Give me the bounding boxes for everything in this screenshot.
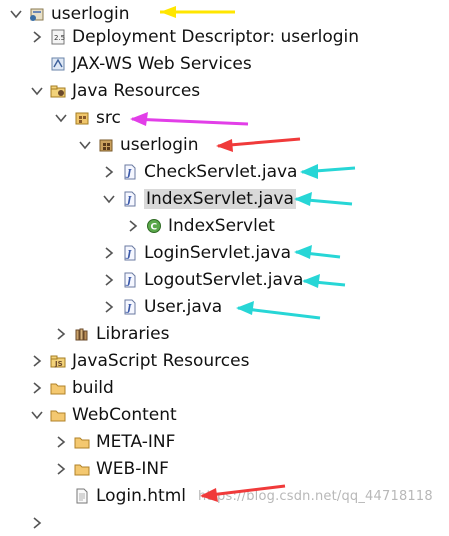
java-file-icon — [122, 299, 138, 315]
expand-placeholder — [30, 57, 44, 71]
expand-icon[interactable] — [54, 462, 68, 476]
folder-icon — [74, 461, 90, 477]
tree-item-checkservlet[interactable]: CheckServlet.java — [0, 158, 449, 185]
tree-item-label: IndexServlet — [168, 215, 275, 236]
expand-icon[interactable] — [54, 435, 68, 449]
folder-icon — [50, 407, 66, 423]
tree-item-label: WebContent — [72, 404, 177, 425]
tree-item-loginservlet[interactable]: LoginServlet.java — [0, 239, 449, 266]
java-file-icon — [122, 272, 138, 288]
tree-item-indexservlet[interactable]: IndexServlet.java — [0, 185, 449, 212]
expand-icon[interactable] — [102, 300, 116, 314]
folder-icon — [50, 380, 66, 396]
expand-icon[interactable] — [30, 30, 44, 44]
html-file-icon — [74, 488, 90, 504]
tree-item-jaxws[interactable]: JAX-WS Web Services — [0, 50, 449, 77]
java-file-icon — [122, 164, 138, 180]
tree-item-label: User.java — [144, 296, 223, 317]
tree-item-label: Libraries — [96, 323, 170, 344]
expand-placeholder — [54, 489, 68, 503]
tree-item-js-resources[interactable]: JavaScript Resources — [0, 347, 449, 374]
collapse-icon[interactable] — [102, 192, 116, 206]
javascript-resources-icon — [50, 353, 66, 369]
tree-item-label: Deployment Descriptor: userlogin — [72, 26, 360, 47]
java-file-icon — [122, 245, 138, 261]
expand-icon[interactable] — [54, 327, 68, 341]
tree-item-logoutservlet[interactable]: LogoutServlet.java — [0, 266, 449, 293]
collapse-icon[interactable] — [9, 7, 23, 21]
java-file-icon — [122, 191, 138, 207]
tree-item-java-resources[interactable]: Java Resources — [0, 77, 449, 104]
expand-icon[interactable] — [102, 246, 116, 260]
web-project-icon — [29, 6, 45, 22]
tree-item-src[interactable]: src — [0, 104, 449, 131]
class-icon — [146, 218, 162, 234]
tree-item-label: build — [72, 377, 114, 398]
expand-icon[interactable] — [30, 354, 44, 368]
collapse-icon[interactable] — [78, 138, 92, 152]
tree-item-label-selected: IndexServlet.java — [144, 188, 296, 209]
tree-item-web-inf[interactable]: WEB-INF — [0, 455, 449, 482]
expand-icon[interactable] — [102, 165, 116, 179]
tree-item-label: WEB-INF — [96, 458, 169, 479]
watermark: https://blog.csdn.net/qq_44718118 — [198, 489, 433, 504]
folder-icon — [74, 434, 90, 450]
tree-item-build[interactable]: build — [0, 374, 449, 401]
tree-item-label: userlogin — [120, 134, 199, 155]
tree-item-partial — [0, 509, 449, 536]
tree-item-label: Login.html — [96, 485, 186, 506]
tree-item-webcontent[interactable]: WebContent — [0, 401, 449, 428]
tree-item-label: LoginServlet.java — [144, 242, 292, 263]
tree-item-meta-inf[interactable]: META-INF — [0, 428, 449, 455]
tree-item-label: userlogin — [51, 3, 130, 24]
package-icon — [98, 137, 114, 153]
tree-item-label: META-INF — [96, 431, 176, 452]
tree-item-user[interactable]: User.java — [0, 293, 449, 320]
java-resources-icon — [50, 83, 66, 99]
tree-item-label: Java Resources — [72, 80, 201, 101]
tree-item-deployment-descriptor[interactable]: Deployment Descriptor: userlogin — [0, 23, 449, 50]
tree-item-label: CheckServlet.java — [144, 161, 298, 182]
tree-item-indexservlet-class[interactable]: IndexServlet — [0, 212, 449, 239]
tree-item-label: LogoutServlet.java — [144, 269, 304, 290]
web-services-icon — [50, 56, 66, 72]
tree-item-label: JAX-WS Web Services — [72, 53, 252, 74]
expand-icon[interactable] — [126, 219, 140, 233]
collapse-icon[interactable] — [30, 84, 44, 98]
expand-icon[interactable] — [30, 381, 44, 395]
tree-item-label: src — [96, 107, 121, 128]
source-folder-icon — [74, 110, 90, 126]
collapse-icon[interactable] — [30, 408, 44, 422]
expand-icon[interactable] — [102, 273, 116, 287]
collapse-icon[interactable] — [54, 111, 68, 125]
tree-item-package[interactable]: userlogin — [0, 131, 449, 158]
tree-item-libraries[interactable]: Libraries — [0, 320, 449, 347]
deployment-descriptor-icon — [50, 29, 66, 45]
libraries-icon — [74, 326, 90, 342]
tree-item-label: JavaScript Resources — [72, 350, 250, 371]
